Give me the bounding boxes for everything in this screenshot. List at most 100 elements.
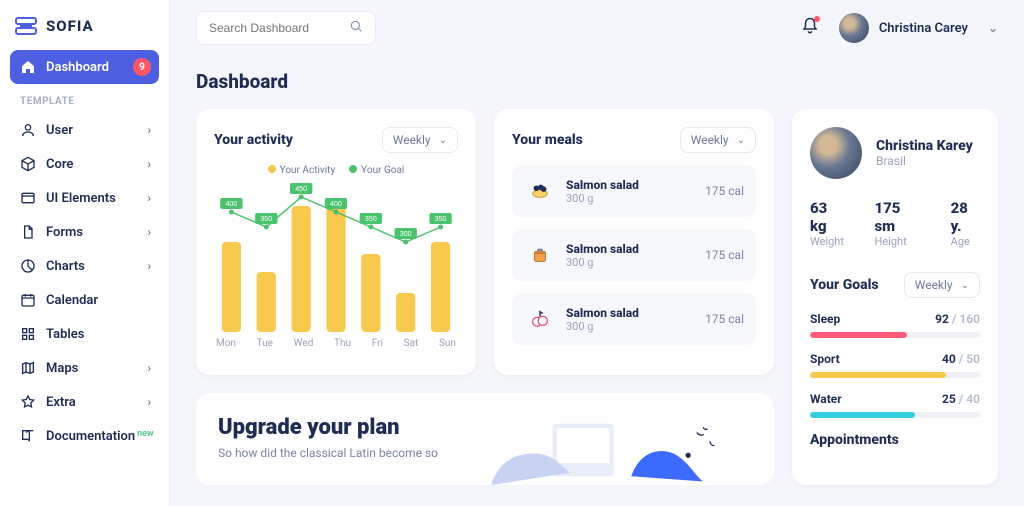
sidebar-item-tables[interactable]: Tables [10,317,159,351]
profile-stats: 63 kg Weight 175 sm Height 28 y. Age [810,199,980,248]
goal-progress-fill [810,332,907,338]
sidebar-item-calendar[interactable]: Calendar [10,283,159,317]
goal-row: Sport 40 / 50 [810,352,980,378]
chevron-right-icon: › [147,395,151,409]
sidebar-item-user[interactable]: User › [10,113,159,147]
meal-calories: 175 cal [705,248,744,262]
meal-calories: 175 cal [705,184,744,198]
chevron-right-icon: › [147,361,151,375]
stat-block: 28 y. Age [951,199,980,248]
appointments-title: Appointments [810,432,980,448]
goals-list: Sleep 92 / 160 Sport 40 / 50 Water 25 / … [810,312,980,418]
stat-label: Height [874,235,920,248]
sidebar-item-label: Calendar [46,293,98,308]
chevron-down-icon: ⌄ [737,135,745,146]
notifications-button[interactable] [801,17,819,39]
stat-value: 63 kg [810,199,844,235]
stat-label: Age [951,235,980,248]
user-menu-trigger[interactable]: Christina Carey ⌄ [839,13,998,43]
sidebar-item-extra[interactable]: Extra › [10,385,159,419]
stat-block: 175 sm Height [874,199,920,248]
sidebar: SOFIA Dashboard 9 TEMPLATE User › Core ›… [0,0,170,506]
profile-avatar [810,127,862,179]
svg-text:400: 400 [225,201,237,208]
username: Christina Carey [879,21,968,36]
brand-name: SOFIA [46,17,94,35]
sidebar-item-maps[interactable]: Maps › [10,351,159,385]
sidebar-item-core[interactable]: Core › [10,147,159,181]
star-icon [20,394,36,410]
chevron-right-icon: › [147,191,151,205]
search-icon [349,19,363,37]
stat-block: 63 kg Weight [810,199,844,248]
chevron-right-icon: › [147,259,151,273]
svg-text:350: 350 [365,216,377,223]
meal-row[interactable]: Salmon salad 300 g 175 cal [512,165,756,217]
activity-legend: Your Activity Your Goal [214,165,458,176]
svg-text:350: 350 [435,216,447,223]
sidebar-item-dashboard[interactable]: Dashboard 9 [10,50,159,84]
meals-card: Your meals Weekly ⌄ Salmon salad 300 g 1… [494,109,774,375]
meal-icon [524,303,556,335]
activity-x-axis: MonTueWedThuFriSatSun [214,338,458,349]
page-title: Dashboard [196,70,998,93]
sidebar-item-forms[interactable]: Forms › [10,215,159,249]
profile-location: Brasil [876,154,973,168]
sidebar-item-label: Dashboard [46,60,109,75]
goal-progress-fill [810,412,915,418]
meal-name: Salmon salad [566,242,639,256]
activity-range-select[interactable]: Weekly ⌄ [382,127,458,153]
goal-name: Sleep [810,312,840,326]
meals-title: Your meals [512,132,583,148]
sidebar-item-label: Tables [46,327,84,342]
main-content: Dashboard Your activity Weekly ⌄ Your Ac… [170,56,1024,506]
book-icon [20,428,36,444]
meals-range-select[interactable]: Weekly ⌄ [680,127,756,153]
sidebar-item-documentation[interactable]: Documentationnew [10,419,159,453]
chevron-right-icon: › [147,123,151,137]
sidebar-item-label: Charts [46,259,85,274]
chevron-right-icon: › [147,157,151,171]
sidebar-item-label: Maps [46,361,78,376]
goal-progress-fill [810,372,946,378]
meal-amount: 300 g [566,192,639,205]
svg-text:450: 450 [295,186,307,193]
sidebar-item-charts[interactable]: Charts › [10,249,159,283]
goal-progress-track [810,412,980,418]
meal-icon [524,175,556,207]
notification-dot [814,16,820,22]
sidebar-item-label: UI Elements [46,191,116,206]
goal-progress-track [810,332,980,338]
search-box[interactable] [196,11,376,45]
sidebar-item-label: Documentationnew [46,429,154,444]
upgrade-banner[interactable]: Upgrade your plan So how did the classic… [196,393,774,485]
sidebar-item-label: Extra [46,395,76,410]
select-value: Weekly [393,133,431,147]
stat-value: 28 y. [951,199,980,235]
goals-range-select[interactable]: Weekly ⌄ [904,272,980,298]
ui-icon [20,190,36,206]
chevron-down-icon: ⌄ [439,135,447,146]
goal-value: 92 [935,312,949,326]
brand-block: SOFIA [10,14,159,50]
activity-chart: 400350450400350300350 [214,182,458,332]
profile-card: Christina Karey Brasil 63 kg Weight 175 … [792,109,998,485]
goal-name: Sport [810,352,840,366]
forms-icon [20,224,36,240]
goal-row: Sleep 92 / 160 [810,312,980,338]
chevron-down-icon: ⌄ [961,280,969,291]
activity-title: Your activity [214,132,293,148]
goal-row: Water 25 / 40 [810,392,980,418]
user-icon [20,122,36,138]
goal-progress-track [810,372,980,378]
meal-row[interactable]: Salmon salad 300 g 175 cal [512,293,756,345]
stat-label: Weight [810,235,844,248]
goal-value: 40 [942,352,956,366]
goal-max: / 50 [959,352,980,366]
meal-row[interactable]: Salmon salad 300 g 175 cal [512,229,756,281]
profile-name: Christina Karey [876,138,973,154]
search-input[interactable] [209,21,349,35]
stat-value: 175 sm [874,199,920,235]
upgrade-illustration [458,415,752,485]
sidebar-item-ui-elements[interactable]: UI Elements › [10,181,159,215]
